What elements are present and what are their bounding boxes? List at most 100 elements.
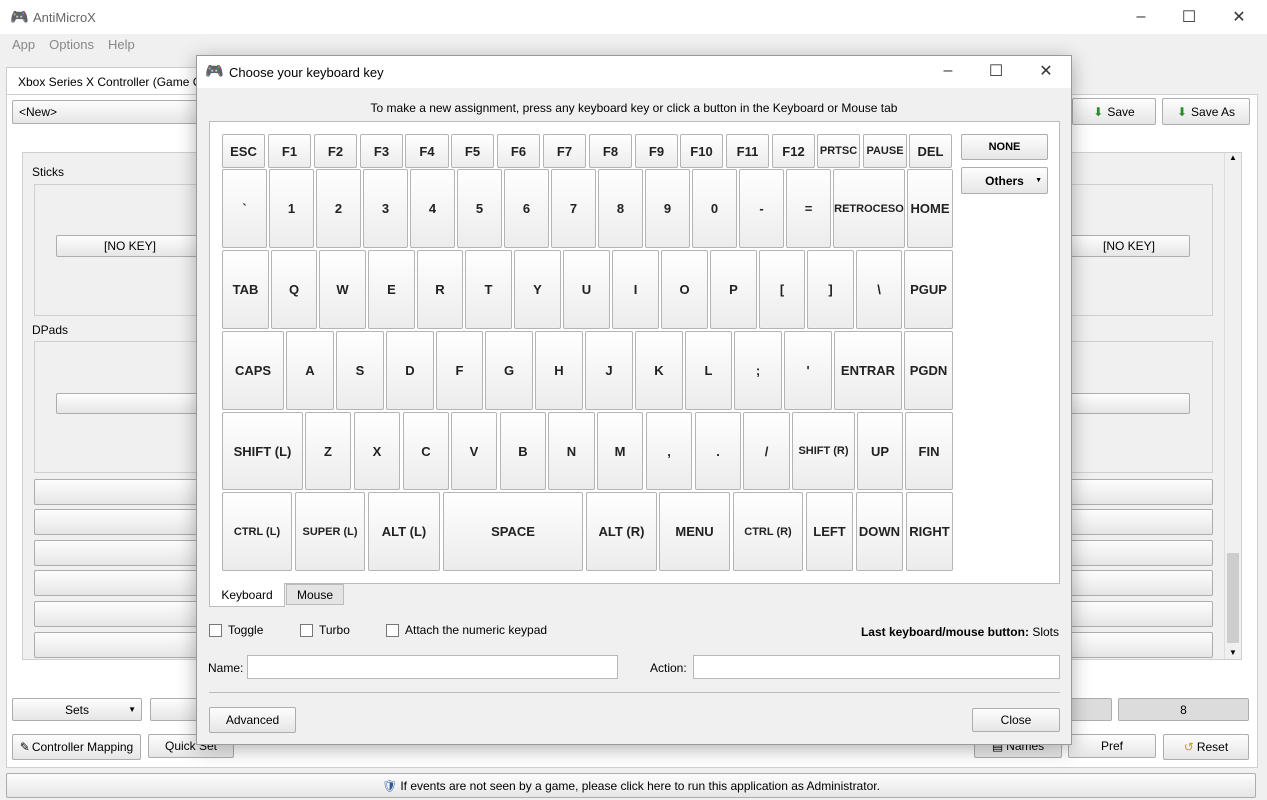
key-caps[interactable]: CAPS — [222, 331, 284, 410]
turbo-checkbox[interactable]: Turbo — [300, 623, 350, 637]
key-l[interactable]: L — [685, 331, 732, 410]
save-as-button[interactable]: ⬇ Save As — [1162, 98, 1250, 125]
key-symbol[interactable]: , — [646, 412, 692, 490]
key-symbol[interactable]: - — [739, 169, 784, 248]
tab-mouse[interactable]: Mouse — [286, 584, 344, 605]
key-i[interactable]: I — [612, 250, 659, 329]
key-1[interactable]: 1 — [269, 169, 314, 248]
key-9[interactable]: 9 — [645, 169, 690, 248]
key-right[interactable]: RIGHT — [906, 492, 953, 571]
key-pause[interactable]: PAUSE — [863, 134, 907, 168]
key-ctrl-r[interactable]: CTRL (R) — [733, 492, 803, 571]
dpad-right-button[interactable] — [1068, 393, 1190, 414]
close-button[interactable]: Close — [972, 708, 1060, 732]
mapping-row-button[interactable] — [1068, 479, 1213, 505]
key-pgdn[interactable]: PGDN — [904, 331, 953, 410]
key-5[interactable]: 5 — [457, 169, 502, 248]
save-button[interactable]: ⬇ Save — [1072, 98, 1156, 125]
key-alt-r[interactable]: ALT (R) — [586, 492, 657, 571]
key-e[interactable]: E — [368, 250, 415, 329]
dialog-minimize-button[interactable]: – — [925, 56, 971, 86]
scrollbar[interactable]: ▲ ▼ — [1224, 153, 1241, 659]
key-symbol[interactable]: ' — [784, 331, 832, 410]
dialog-maximize-button[interactable]: ☐ — [973, 56, 1019, 86]
dialog-close-icon[interactable]: ✕ — [1023, 56, 1069, 86]
key-shift-l[interactable]: SHIFT (L) — [222, 412, 303, 490]
key-f6[interactable]: F6 — [497, 134, 540, 168]
key-alt-l[interactable]: ALT (L) — [368, 492, 440, 571]
key-f3[interactable]: F3 — [360, 134, 403, 168]
key-left[interactable]: LEFT — [806, 492, 853, 571]
maximize-button[interactable]: ☐ — [1166, 2, 1212, 32]
key-f8[interactable]: F8 — [589, 134, 632, 168]
close-window-button[interactable]: ✕ — [1216, 2, 1262, 32]
menu-app[interactable]: App — [12, 34, 35, 56]
key-q[interactable]: Q — [271, 250, 317, 329]
key-s[interactable]: S — [336, 331, 384, 410]
key-f[interactable]: F — [436, 331, 483, 410]
key-3[interactable]: 3 — [363, 169, 408, 248]
key-8[interactable]: 8 — [598, 169, 643, 248]
key-tab[interactable]: TAB — [222, 250, 269, 329]
key-y[interactable]: Y — [514, 250, 561, 329]
key-f10[interactable]: F10 — [680, 134, 723, 168]
key-f4[interactable]: F4 — [405, 134, 449, 168]
minimize-button[interactable]: – — [1118, 2, 1164, 32]
key-h[interactable]: H — [535, 331, 583, 410]
key-menu[interactable]: MENU — [659, 492, 730, 571]
pref-button[interactable]: Pref — [1068, 734, 1156, 758]
key-symbol[interactable]: [ — [759, 250, 805, 329]
key-space[interactable]: SPACE — [443, 492, 583, 571]
key-4[interactable]: 4 — [410, 169, 455, 248]
key-symbol[interactable]: \ — [856, 250, 902, 329]
key-symbol[interactable]: ` — [222, 169, 267, 248]
key-t[interactable]: T — [465, 250, 512, 329]
key-n[interactable]: N — [548, 412, 595, 490]
key-2[interactable]: 2 — [316, 169, 361, 248]
controller-tab[interactable]: Xbox Series X Controller (Game Co — [6, 67, 206, 95]
menu-options[interactable]: Options — [49, 34, 94, 56]
key-fin[interactable]: FIN — [905, 412, 953, 490]
key-pgup[interactable]: PGUP — [904, 250, 953, 329]
mapping-row-button[interactable] — [34, 570, 204, 596]
key-x[interactable]: X — [354, 412, 400, 490]
key-f2[interactable]: F2 — [314, 134, 357, 168]
key-o[interactable]: O — [661, 250, 708, 329]
key-shift-r[interactable]: SHIFT (R) — [792, 412, 855, 490]
stick-left-button[interactable]: [NO KEY] — [56, 235, 204, 257]
key-symbol[interactable]: = — [786, 169, 831, 248]
key-d[interactable]: D — [386, 331, 434, 410]
mapping-row-button[interactable] — [34, 632, 204, 658]
mapping-row-button[interactable] — [34, 479, 204, 505]
key-retroceso[interactable]: RETROCESO — [833, 169, 905, 248]
mapping-row-button[interactable] — [1068, 570, 1213, 596]
key-ctrl-l[interactable]: CTRL (L) — [222, 492, 292, 571]
action-input[interactable] — [693, 655, 1060, 679]
key-f9[interactable]: F9 — [635, 134, 678, 168]
set-8-button[interactable]: 8 — [1118, 698, 1249, 721]
key-b[interactable]: B — [500, 412, 546, 490]
mapping-row-button[interactable] — [1068, 540, 1213, 566]
key-p[interactable]: P — [710, 250, 757, 329]
key-esc[interactable]: ESC — [222, 134, 265, 168]
key-entrar[interactable]: ENTRAR — [834, 331, 902, 410]
key-f11[interactable]: F11 — [726, 134, 769, 168]
key-6[interactable]: 6 — [504, 169, 549, 248]
key-f12[interactable]: F12 — [772, 134, 815, 168]
mapping-row-button[interactable] — [1068, 632, 1213, 658]
others-dropdown[interactable]: Others ▼ — [961, 167, 1048, 194]
key-home[interactable]: HOME — [907, 169, 953, 248]
toggle-checkbox[interactable]: Toggle — [209, 623, 263, 637]
set-7-button[interactable] — [1068, 698, 1112, 721]
mapping-row-button[interactable] — [34, 601, 204, 627]
key-symbol[interactable]: ; — [734, 331, 782, 410]
key-down[interactable]: DOWN — [856, 492, 903, 571]
controller-mapping-button[interactable]: ✎ Controller Mapping — [12, 734, 141, 760]
key-k[interactable]: K — [635, 331, 683, 410]
name-input[interactable] — [247, 655, 618, 679]
key-symbol[interactable]: ] — [807, 250, 854, 329]
key-symbol[interactable]: / — [743, 412, 790, 490]
stick-right-button[interactable]: [NO KEY] — [1068, 235, 1190, 257]
key-0[interactable]: 0 — [692, 169, 737, 248]
menu-help[interactable]: Help — [108, 34, 135, 56]
